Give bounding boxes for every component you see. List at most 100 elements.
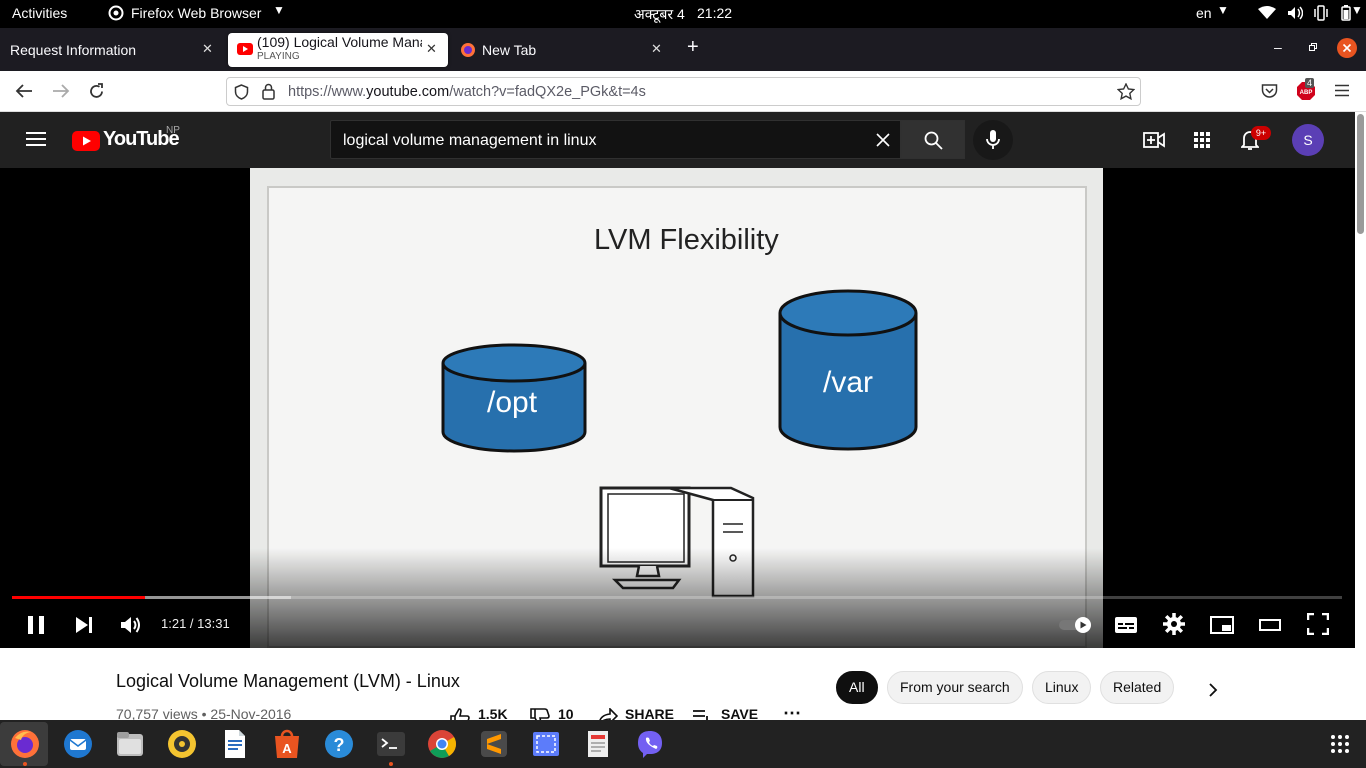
- running-indicator: [23, 762, 27, 766]
- tab-title: New Tab: [482, 42, 537, 58]
- svg-text:?: ?: [334, 735, 345, 755]
- subtitles-icon[interactable]: [1114, 615, 1138, 635]
- voice-search-button[interactable]: [973, 120, 1013, 160]
- chip-related[interactable]: Related: [1100, 671, 1175, 704]
- tab-title: (109) Logical Volume Management (LVM) - …: [257, 34, 422, 50]
- language-indicator[interactable]: en: [1196, 5, 1212, 21]
- tracking-protection-shield-icon[interactable]: [234, 84, 249, 100]
- apps-grid-icon[interactable]: [1194, 132, 1210, 148]
- clear-search-icon[interactable]: [875, 132, 891, 148]
- help-icon[interactable]: ?: [323, 728, 355, 760]
- reload-icon[interactable]: [88, 83, 105, 100]
- avatar[interactable]: S: [1292, 124, 1324, 156]
- tab-title: Request Information: [10, 42, 137, 58]
- software-icon[interactable]: A: [271, 728, 303, 760]
- url-bar[interactable]: https://www.youtube.com/watch?v=fadQX2e_…: [226, 77, 1141, 106]
- tab-new-tab[interactable]: New Tab ✕: [452, 33, 674, 67]
- firefox-small-icon: [108, 4, 124, 22]
- search-input[interactable]: logical volume management in linux: [330, 120, 901, 159]
- battery-icon[interactable]: [1341, 5, 1351, 21]
- microphone-icon: [986, 129, 1000, 151]
- tab-request-information[interactable]: Request Information ✕: [0, 33, 224, 67]
- vibrate-icon[interactable]: [1314, 5, 1328, 21]
- page-scrollbar[interactable]: [1355, 112, 1366, 720]
- youtube-favicon-icon: [237, 43, 253, 55]
- opt-volume-label: /opt: [487, 386, 538, 419]
- tab-strip: Request Information ✕ (109) Logical Volu…: [0, 28, 1366, 71]
- search-icon: [924, 131, 943, 150]
- tab-playing-status: PLAYING: [257, 51, 300, 62]
- back-arrow-icon[interactable]: [15, 83, 33, 99]
- chips-next-chevron-icon[interactable]: [1208, 683, 1218, 697]
- video-player[interactable]: LVM Flexibility /opt /var 1:21 / 13:31: [0, 168, 1355, 648]
- tab-youtube-video[interactable]: (109) Logical Volume Management (LVM) - …: [228, 33, 448, 67]
- minimize-window-icon[interactable]: –: [1274, 39, 1282, 55]
- writer-icon[interactable]: [219, 728, 251, 760]
- close-tab-icon[interactable]: ✕: [202, 41, 213, 57]
- guide-menu-icon[interactable]: [26, 131, 46, 147]
- wifi-icon[interactable]: [1258, 6, 1276, 20]
- navigation-toolbar: https://www.youtube.com/watch?v=fadQX2e_…: [0, 71, 1366, 112]
- progress-bar[interactable]: [12, 596, 1342, 599]
- url-path: /watch?v=fadQX2e_PGk&t=4s: [449, 84, 646, 100]
- miniplayer-icon[interactable]: [1210, 615, 1234, 635]
- youtube-logo-icon[interactable]: [72, 131, 100, 151]
- close-tab-icon[interactable]: ✕: [651, 41, 662, 57]
- thunderbird-icon[interactable]: [62, 728, 94, 760]
- app-menu-button[interactable]: Firefox Web Browser: [131, 5, 261, 21]
- settings-gear-icon[interactable]: [1163, 613, 1185, 635]
- activities-button[interactable]: Activities: [12, 5, 67, 21]
- language-chevron-icon[interactable]: ▼: [1217, 3, 1229, 17]
- region-code: NP: [166, 125, 180, 136]
- clock-time[interactable]: 21:22: [697, 5, 732, 21]
- firefox-favicon-icon: [460, 42, 476, 58]
- system-top-bar: Activities Firefox Web Browser ▼ अक्टूबर…: [0, 0, 1366, 28]
- scrollbar-thumb[interactable]: [1357, 114, 1364, 234]
- forward-arrow-icon[interactable]: [52, 83, 70, 99]
- screenshot-icon[interactable]: [530, 728, 562, 760]
- system-menu-chevron-icon[interactable]: ▼: [1351, 3, 1363, 17]
- files-icon[interactable]: [114, 728, 146, 760]
- running-indicator: [389, 762, 393, 766]
- terminal-icon[interactable]: [375, 728, 407, 760]
- rhythmbox-icon[interactable]: [166, 728, 198, 760]
- chip-all[interactable]: All: [836, 671, 878, 704]
- padlock-icon[interactable]: [262, 83, 275, 100]
- viber-icon[interactable]: [634, 728, 666, 760]
- volume-icon[interactable]: [1287, 6, 1303, 20]
- url-text: https://www.youtube.com/watch?v=fadQX2e_…: [288, 84, 646, 100]
- next-video-icon[interactable]: [74, 615, 94, 635]
- adblock-badge: 4: [1305, 78, 1315, 88]
- sublime-icon[interactable]: [478, 728, 510, 760]
- create-video-icon[interactable]: [1143, 130, 1165, 150]
- theater-mode-icon[interactable]: [1259, 615, 1281, 635]
- youtube-header: YouTube NP logical volume management in …: [0, 112, 1355, 168]
- chrome-icon[interactable]: [426, 728, 458, 760]
- ubuntu-dock: A ?: [0, 720, 1366, 768]
- document-viewer-icon[interactable]: [582, 728, 614, 760]
- volume-icon[interactable]: [120, 615, 142, 635]
- svg-text:A: A: [282, 741, 292, 756]
- autoplay-toggle-icon[interactable]: [1058, 615, 1094, 635]
- new-tab-plus-icon[interactable]: +: [687, 36, 699, 59]
- close-window-icon[interactable]: [1337, 38, 1357, 58]
- watch-metadata: Logical Volume Management (LVM) - Linux …: [0, 648, 1355, 726]
- close-tab-icon[interactable]: ✕: [426, 41, 437, 57]
- time-display: 1:21 / 13:31: [161, 616, 230, 631]
- hamburger-menu-icon[interactable]: [1334, 84, 1350, 97]
- video-title: Logical Volume Management (LVM) - Linux: [116, 671, 460, 691]
- clock-date[interactable]: अक्टूबर 4: [634, 5, 685, 24]
- bookmark-star-icon[interactable]: [1117, 83, 1135, 100]
- chip-from-your-search[interactable]: From your search: [887, 671, 1023, 704]
- pause-icon[interactable]: [26, 615, 46, 635]
- app-menu-chevron-icon[interactable]: ▼: [273, 3, 285, 17]
- search-button[interactable]: [901, 120, 965, 159]
- search-query-text: logical volume management in linux: [343, 132, 597, 149]
- pocket-icon[interactable]: [1261, 83, 1278, 99]
- fullscreen-icon[interactable]: [1307, 613, 1329, 635]
- show-apps-icon[interactable]: [1330, 734, 1350, 754]
- restore-window-icon[interactable]: [1309, 43, 1317, 51]
- firefox-icon[interactable]: [9, 728, 41, 760]
- svg-text:ABP: ABP: [1300, 90, 1313, 96]
- chip-linux[interactable]: Linux: [1032, 671, 1092, 704]
